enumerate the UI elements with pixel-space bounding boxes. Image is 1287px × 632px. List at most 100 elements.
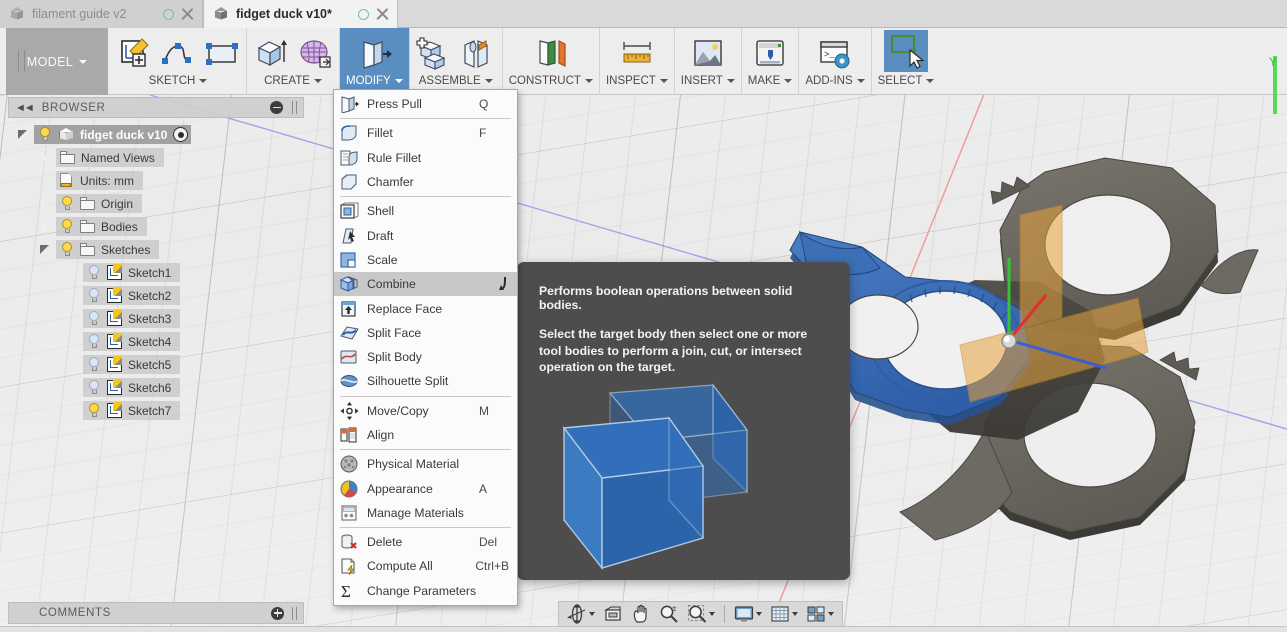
measure-icon[interactable] (619, 36, 655, 72)
press-pull-icon[interactable] (356, 36, 393, 72)
menu-item-draft[interactable]: Draft (334, 223, 517, 247)
menu-item-replace-face[interactable]: Replace Face (334, 296, 517, 320)
menu-item-chamfer[interactable]: Chamfer (334, 170, 517, 194)
lightbulb-off-icon[interactable] (87, 380, 101, 395)
scripts-addins-icon[interactable]: >_ (817, 36, 853, 72)
menu-item-physical-material[interactable]: Physical Material (334, 452, 517, 476)
activate-target-icon[interactable] (173, 127, 189, 142)
tree-item-sketch5[interactable]: Sketch5 (8, 353, 304, 376)
tree-item-sketch6[interactable]: Sketch6 (8, 376, 304, 399)
menu-item-compute-all[interactable]: Compute All Ctrl+B (334, 554, 517, 578)
tree-item-sketch3[interactable]: Sketch3 (8, 307, 304, 330)
form-icon[interactable] (297, 36, 333, 72)
minus-circle-icon[interactable] (270, 101, 283, 114)
ribbon-group-label[interactable]: MAKE (748, 72, 793, 90)
tree-item-sketch1[interactable]: Sketch1 (8, 261, 304, 284)
pan-look-at-icon[interactable] (599, 602, 627, 626)
menu-item-rule-fillet[interactable]: Rule Fillet (334, 146, 517, 170)
lightbulb-off-icon[interactable] (87, 357, 101, 372)
display-settings-icon[interactable] (730, 602, 766, 626)
menu-item-scale[interactable]: Scale (334, 248, 517, 272)
offset-plane-icon[interactable] (533, 36, 569, 72)
lightbulb-on-icon[interactable] (87, 403, 101, 418)
lightbulb-on-icon[interactable] (38, 127, 52, 142)
tree-item-sketches[interactable]: Sketches (8, 238, 304, 261)
plus-circle-icon[interactable] (271, 606, 284, 620)
tree-item-named-views[interactable]: Named Views (8, 146, 304, 169)
drag-grip-icon[interactable] (292, 101, 297, 114)
lightbulb-on-icon[interactable] (60, 219, 74, 234)
spline-icon[interactable] (160, 36, 196, 72)
menu-item-label: Split Body (367, 350, 422, 365)
menu-item-fillet[interactable]: Fillet F (334, 121, 517, 145)
ribbon-group-modify[interactable]: MODIFY (340, 28, 410, 95)
drag-grip-icon[interactable] (292, 606, 297, 620)
comments-panel-header[interactable]: COMMENTS (8, 602, 304, 624)
create-sketch-icon[interactable] (116, 36, 152, 72)
menu-item-move-copy[interactable]: Move/Copy M (334, 399, 517, 423)
lightbulb-off-icon[interactable] (87, 265, 101, 280)
viewports-icon[interactable] (802, 602, 838, 626)
lightbulb-off-icon[interactable] (87, 311, 101, 326)
double-chevron-left-icon[interactable]: ◄◄ (15, 102, 35, 114)
document-tab-filament-guide[interactable]: filament guide v2 (0, 0, 203, 28)
tree-item-sketch2[interactable]: Sketch2 (8, 284, 304, 307)
tree-item-origin[interactable]: Origin (8, 192, 304, 215)
browser-title: BROWSER (41, 101, 106, 114)
triangle-right-icon[interactable] (38, 197, 51, 210)
close-icon[interactable] (376, 8, 389, 21)
menu-item-label: Appearance (367, 481, 433, 496)
menu-item-manage-materials[interactable]: Manage Materials (334, 501, 517, 525)
menu-item-shell[interactable]: Shell (334, 199, 517, 223)
ribbon-group-label[interactable]: INSERT (681, 72, 735, 90)
lightbulb-on-icon[interactable] (60, 242, 74, 257)
select-window-icon[interactable] (884, 30, 928, 72)
menu-item-change-parameters[interactable]: Σ Change Parameters (334, 579, 517, 603)
grid-snaps-icon[interactable] (766, 602, 802, 626)
tree-item-sketch4[interactable]: Sketch4 (8, 330, 304, 353)
tree-item-units[interactable]: Units: mm (8, 169, 304, 192)
menu-item-silhouette-split[interactable]: Silhouette Split (334, 369, 517, 393)
menu-item-delete[interactable]: Delete Del (334, 530, 517, 554)
sketch-icon (107, 333, 122, 349)
menu-item-split-body[interactable]: Split Body (334, 345, 517, 369)
extrude-icon[interactable] (253, 36, 289, 72)
zoom-window-icon[interactable] (683, 602, 719, 626)
ribbon-group-label[interactable]: SKETCH (149, 72, 208, 90)
ribbon-group-label[interactable]: CREATE (264, 72, 322, 90)
lightbulb-off-icon[interactable] (87, 288, 101, 303)
menu-item-label: Shell (367, 204, 395, 219)
lightbulb-on-icon[interactable] (60, 196, 74, 211)
triangle-right-icon[interactable] (38, 220, 51, 233)
ribbon-group-label[interactable]: SELECT (878, 72, 935, 90)
zoom-icon[interactable]: ± (655, 602, 683, 626)
triangle-down-icon[interactable] (16, 128, 29, 141)
ribbon-group-label[interactable]: CONSTRUCT (509, 72, 593, 90)
menu-item-appearance[interactable]: Appearance A (334, 476, 517, 500)
manage-materials-icon (340, 504, 359, 522)
menu-item-align[interactable]: Align (334, 423, 517, 447)
ribbon-group-label[interactable]: MODIFY (346, 72, 403, 90)
menu-item-split-face[interactable]: Split Face (334, 321, 517, 345)
ribbon-group-label[interactable]: INSPECT (606, 72, 668, 90)
close-icon[interactable] (181, 8, 194, 21)
menu-item-combine[interactable]: Combine (334, 272, 517, 297)
orbit-icon[interactable] (563, 602, 599, 626)
triangle-down-icon[interactable] (38, 243, 51, 256)
tree-item-root[interactable]: fidget duck v10 (8, 123, 304, 146)
menu-item-press-pull[interactable]: Press Pull Q (334, 92, 517, 116)
lightbulb-off-icon[interactable] (87, 334, 101, 349)
insert-image-icon[interactable] (690, 36, 726, 72)
3d-print-icon[interactable] (752, 36, 788, 72)
tree-item-bodies[interactable]: Bodies (8, 215, 304, 238)
pan-hand-icon[interactable] (627, 602, 655, 626)
triangle-right-icon[interactable] (38, 151, 51, 164)
joint-icon[interactable] (460, 36, 496, 72)
tree-item-sketch7[interactable]: Sketch7 (8, 399, 304, 422)
rectangle-icon[interactable] (204, 36, 240, 72)
ribbon-group-label[interactable]: ASSEMBLE (419, 72, 493, 90)
ribbon-group-label[interactable]: ADD-INS (805, 72, 865, 90)
workspace-switcher-model[interactable]: MODEL (6, 28, 108, 95)
new-component-icon[interactable] (416, 36, 452, 72)
document-tab-fidget-duck[interactable]: fidget duck v10* (203, 0, 398, 28)
